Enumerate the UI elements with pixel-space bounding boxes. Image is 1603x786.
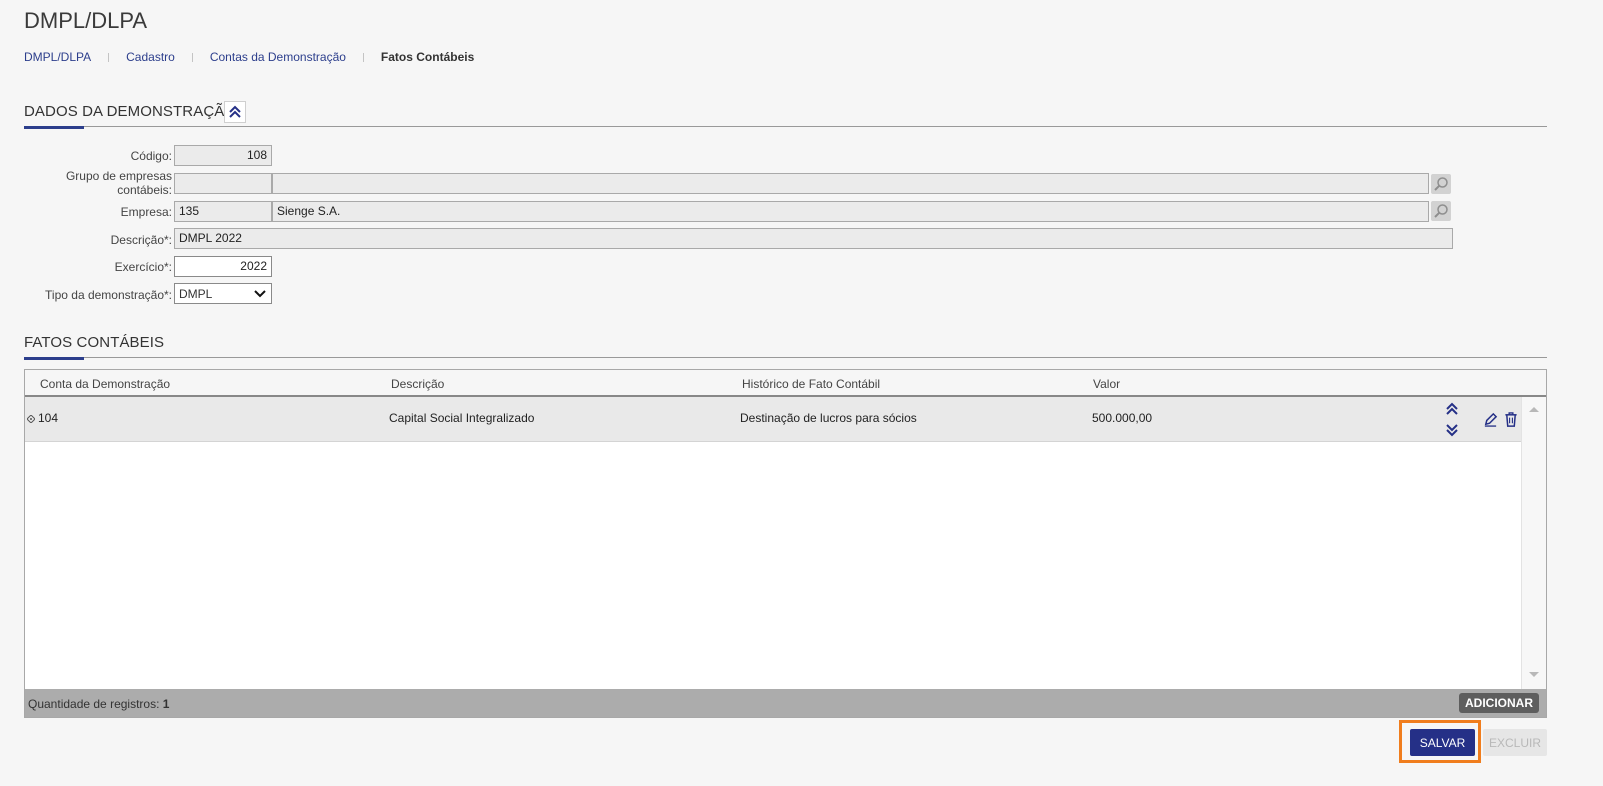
grid-header: Conta da Demonstração Descrição Históric… [25,370,1546,397]
section-accent [24,126,84,129]
column-header-historico[interactable]: Histórico de Fato Contábil [742,377,880,391]
record-count-value: 1 [162,697,170,711]
double-chevron-down-icon [1446,423,1458,436]
scroll-up-icon[interactable] [1528,405,1540,413]
drag-handle-icon[interactable] [27,415,35,423]
move-down-button[interactable] [1441,420,1463,439]
cell-valor: 500.000,00 [1092,411,1153,425]
descricao-field: DMPL 2022 [174,228,1453,249]
grupo-label-line1: Grupo de empresas [65,169,172,183]
double-chevron-up-icon [229,105,241,118]
chevron-down-icon [254,289,266,297]
edit-row-button[interactable] [1480,409,1500,429]
empresa-name-field: Sienge S.A. [272,201,1429,222]
empresa-label: Empresa: [120,205,172,219]
cell-conta: 104 [38,411,59,425]
magnifier-icon [1434,204,1448,218]
scroll-down-icon[interactable] [1528,671,1540,679]
codigo-label: Código: [130,149,172,163]
table-row[interactable]: 104 Capital Social Integralizado Destina… [25,397,1521,442]
grupo-label: Grupo de empresas contábeis: [2,169,172,197]
breadcrumb-separator [191,52,193,62]
grupo-name-field [272,173,1429,194]
double-chevron-up-icon [1446,402,1458,415]
page-title: DMPL/DLPA [24,8,148,33]
trash-icon [1505,411,1517,427]
cell-descricao: Capital Social Integralizado [389,411,535,425]
column-header-valor[interactable]: Valor [1093,377,1120,391]
section-title-dados: DADOS DA DEMONSTRAÇÃO [24,103,237,120]
grid-scrollbar[interactable] [1521,397,1546,689]
empresa-code-field: 135 [174,201,272,222]
move-up-button[interactable] [1441,399,1463,418]
delete-button: EXCLUIR [1483,729,1547,756]
exercicio-field[interactable]: 2022 [174,256,272,277]
save-button[interactable]: SALVAR [1410,729,1475,756]
breadcrumb: DMPL/DLPA Cadastro Contas da Demonstraçã… [24,50,474,64]
grupo-label-line2: contábeis: [117,183,172,197]
section-divider [24,357,1547,358]
breadcrumb-contas[interactable]: Contas da Demonstração [210,50,346,64]
exercicio-label: Exercício*: [114,260,172,274]
collapse-section-button[interactable] [224,101,246,123]
grupo-code-field [174,173,272,194]
add-button[interactable]: ADICIONAR [1459,693,1539,713]
section-divider [24,126,1547,127]
tipo-select-value: DMPL [179,286,213,301]
breadcrumb-fatos-contabeis: Fatos Contábeis [380,50,475,64]
column-header-descricao[interactable]: Descrição [391,377,444,391]
record-count: Quantidade de registros: 1 [28,697,169,711]
grid-footer: Quantidade de registros: 1 ADICIONAR [25,689,1546,717]
section-accent [24,357,84,360]
delete-row-button[interactable] [1501,409,1521,429]
codigo-field: 108 [174,145,272,166]
pencil-icon [1484,412,1497,427]
breadcrumb-cadastro[interactable]: Cadastro [126,50,175,64]
grupo-lookup-button[interactable] [1431,174,1451,194]
fatos-grid: Conta da Demonstração Descrição Históric… [24,369,1547,718]
cell-historico: Destinação de lucros para sócios [740,411,917,425]
magnifier-icon [1434,177,1448,191]
record-count-label: Quantidade de registros: [28,697,160,711]
breadcrumb-dmpl[interactable]: DMPL/DLPA [24,50,91,64]
tipo-select[interactable]: DMPL [174,283,272,304]
column-header-conta[interactable]: Conta da Demonstração [40,377,170,391]
empresa-lookup-button[interactable] [1431,201,1451,221]
section-title-fatos: FATOS CONTÁBEIS [24,334,165,351]
descricao-label: Descrição*: [110,233,172,247]
tipo-label: Tipo da demonstração*: [45,288,172,302]
breadcrumb-separator [362,52,364,62]
breadcrumb-separator [108,52,110,62]
